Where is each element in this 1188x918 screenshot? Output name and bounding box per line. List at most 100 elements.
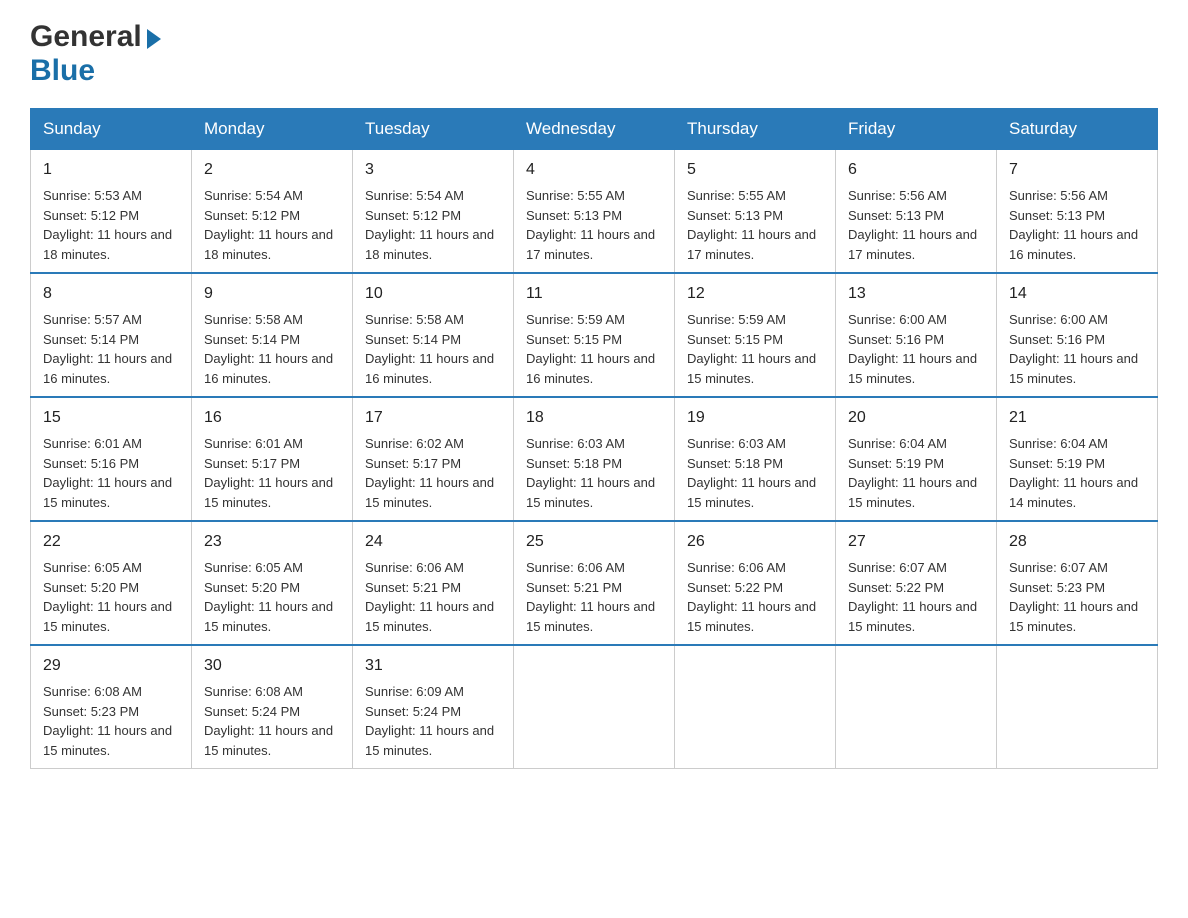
calendar-cell: 25 Sunrise: 6:06 AM Sunset: 5:21 PM Dayl… [514,521,675,645]
day-number: 28 [1009,530,1145,554]
weekday-header-tuesday: Tuesday [353,109,514,150]
weekday-header-friday: Friday [836,109,997,150]
day-number: 2 [204,158,340,182]
calendar-cell: 18 Sunrise: 6:03 AM Sunset: 5:18 PM Dayl… [514,397,675,521]
calendar-cell: 27 Sunrise: 6:07 AM Sunset: 5:22 PM Dayl… [836,521,997,645]
calendar-cell: 19 Sunrise: 6:03 AM Sunset: 5:18 PM Dayl… [675,397,836,521]
day-number: 14 [1009,282,1145,306]
day-info: Sunrise: 5:58 AM Sunset: 5:14 PM Dayligh… [204,312,333,386]
calendar-cell: 26 Sunrise: 6:06 AM Sunset: 5:22 PM Dayl… [675,521,836,645]
weekday-header-thursday: Thursday [675,109,836,150]
day-number: 26 [687,530,823,554]
day-info: Sunrise: 5:54 AM Sunset: 5:12 PM Dayligh… [204,188,333,262]
day-info: Sunrise: 5:59 AM Sunset: 5:15 PM Dayligh… [687,312,816,386]
calendar-cell: 23 Sunrise: 6:05 AM Sunset: 5:20 PM Dayl… [192,521,353,645]
calendar-cell [836,645,997,769]
weekday-header-monday: Monday [192,109,353,150]
calendar-cell: 6 Sunrise: 5:56 AM Sunset: 5:13 PM Dayli… [836,150,997,274]
logo-blue-text: Blue [30,54,95,87]
calendar-cell: 9 Sunrise: 5:58 AM Sunset: 5:14 PM Dayli… [192,273,353,397]
logo-general-text: General [30,20,142,54]
calendar-cell: 5 Sunrise: 5:55 AM Sunset: 5:13 PM Dayli… [675,150,836,274]
calendar-cell: 16 Sunrise: 6:01 AM Sunset: 5:17 PM Dayl… [192,397,353,521]
day-number: 15 [43,406,179,430]
calendar-cell: 20 Sunrise: 6:04 AM Sunset: 5:19 PM Dayl… [836,397,997,521]
day-info: Sunrise: 6:03 AM Sunset: 5:18 PM Dayligh… [526,436,655,510]
day-number: 23 [204,530,340,554]
day-info: Sunrise: 5:56 AM Sunset: 5:13 PM Dayligh… [848,188,977,262]
calendar-cell [514,645,675,769]
calendar-header-row: SundayMondayTuesdayWednesdayThursdayFrid… [31,109,1158,150]
day-number: 22 [43,530,179,554]
day-number: 27 [848,530,984,554]
day-info: Sunrise: 6:04 AM Sunset: 5:19 PM Dayligh… [1009,436,1138,510]
day-info: Sunrise: 5:54 AM Sunset: 5:12 PM Dayligh… [365,188,494,262]
day-number: 4 [526,158,662,182]
day-info: Sunrise: 6:07 AM Sunset: 5:23 PM Dayligh… [1009,560,1138,634]
day-info: Sunrise: 6:04 AM Sunset: 5:19 PM Dayligh… [848,436,977,510]
day-info: Sunrise: 6:07 AM Sunset: 5:22 PM Dayligh… [848,560,977,634]
calendar-cell: 1 Sunrise: 5:53 AM Sunset: 5:12 PM Dayli… [31,150,192,274]
day-info: Sunrise: 6:08 AM Sunset: 5:23 PM Dayligh… [43,684,172,758]
calendar-week-row-5: 29 Sunrise: 6:08 AM Sunset: 5:23 PM Dayl… [31,645,1158,769]
day-number: 31 [365,654,501,678]
day-number: 1 [43,158,179,182]
day-info: Sunrise: 6:06 AM Sunset: 5:21 PM Dayligh… [526,560,655,634]
calendar-cell [997,645,1158,769]
calendar-cell: 31 Sunrise: 6:09 AM Sunset: 5:24 PM Dayl… [353,645,514,769]
day-info: Sunrise: 5:55 AM Sunset: 5:13 PM Dayligh… [687,188,816,262]
day-number: 20 [848,406,984,430]
day-number: 8 [43,282,179,306]
calendar-cell [675,645,836,769]
day-info: Sunrise: 6:01 AM Sunset: 5:17 PM Dayligh… [204,436,333,510]
calendar-cell: 29 Sunrise: 6:08 AM Sunset: 5:23 PM Dayl… [31,645,192,769]
day-number: 7 [1009,158,1145,182]
day-info: Sunrise: 6:03 AM Sunset: 5:18 PM Dayligh… [687,436,816,510]
day-number: 10 [365,282,501,306]
day-info: Sunrise: 5:55 AM Sunset: 5:13 PM Dayligh… [526,188,655,262]
day-number: 11 [526,282,662,306]
calendar-cell: 13 Sunrise: 6:00 AM Sunset: 5:16 PM Dayl… [836,273,997,397]
weekday-header-sunday: Sunday [31,109,192,150]
calendar-cell: 2 Sunrise: 5:54 AM Sunset: 5:12 PM Dayli… [192,150,353,274]
weekday-header-wednesday: Wednesday [514,109,675,150]
calendar-cell: 12 Sunrise: 5:59 AM Sunset: 5:15 PM Dayl… [675,273,836,397]
day-number: 17 [365,406,501,430]
calendar-cell: 7 Sunrise: 5:56 AM Sunset: 5:13 PM Dayli… [997,150,1158,274]
day-info: Sunrise: 6:00 AM Sunset: 5:16 PM Dayligh… [848,312,977,386]
day-number: 13 [848,282,984,306]
day-info: Sunrise: 6:09 AM Sunset: 5:24 PM Dayligh… [365,684,494,758]
day-number: 18 [526,406,662,430]
weekday-header-saturday: Saturday [997,109,1158,150]
logo: General Blue [30,20,161,88]
day-number: 30 [204,654,340,678]
logo-triangle-icon [147,29,161,49]
day-info: Sunrise: 6:08 AM Sunset: 5:24 PM Dayligh… [204,684,333,758]
day-number: 5 [687,158,823,182]
day-number: 19 [687,406,823,430]
calendar-cell: 3 Sunrise: 5:54 AM Sunset: 5:12 PM Dayli… [353,150,514,274]
day-info: Sunrise: 6:02 AM Sunset: 5:17 PM Dayligh… [365,436,494,510]
day-info: Sunrise: 6:06 AM Sunset: 5:21 PM Dayligh… [365,560,494,634]
calendar-cell: 8 Sunrise: 5:57 AM Sunset: 5:14 PM Dayli… [31,273,192,397]
calendar-cell: 28 Sunrise: 6:07 AM Sunset: 5:23 PM Dayl… [997,521,1158,645]
day-number: 24 [365,530,501,554]
day-info: Sunrise: 5:58 AM Sunset: 5:14 PM Dayligh… [365,312,494,386]
calendar-cell: 11 Sunrise: 5:59 AM Sunset: 5:15 PM Dayl… [514,273,675,397]
calendar-cell: 30 Sunrise: 6:08 AM Sunset: 5:24 PM Dayl… [192,645,353,769]
day-number: 6 [848,158,984,182]
day-info: Sunrise: 6:06 AM Sunset: 5:22 PM Dayligh… [687,560,816,634]
day-info: Sunrise: 6:01 AM Sunset: 5:16 PM Dayligh… [43,436,172,510]
calendar-cell: 4 Sunrise: 5:55 AM Sunset: 5:13 PM Dayli… [514,150,675,274]
day-number: 9 [204,282,340,306]
day-info: Sunrise: 6:05 AM Sunset: 5:20 PM Dayligh… [204,560,333,634]
day-info: Sunrise: 5:53 AM Sunset: 5:12 PM Dayligh… [43,188,172,262]
calendar-cell: 10 Sunrise: 5:58 AM Sunset: 5:14 PM Dayl… [353,273,514,397]
calendar-week-row-4: 22 Sunrise: 6:05 AM Sunset: 5:20 PM Dayl… [31,521,1158,645]
calendar-cell: 17 Sunrise: 6:02 AM Sunset: 5:17 PM Dayl… [353,397,514,521]
day-number: 29 [43,654,179,678]
day-number: 21 [1009,406,1145,430]
day-number: 3 [365,158,501,182]
day-info: Sunrise: 6:05 AM Sunset: 5:20 PM Dayligh… [43,560,172,634]
day-number: 12 [687,282,823,306]
